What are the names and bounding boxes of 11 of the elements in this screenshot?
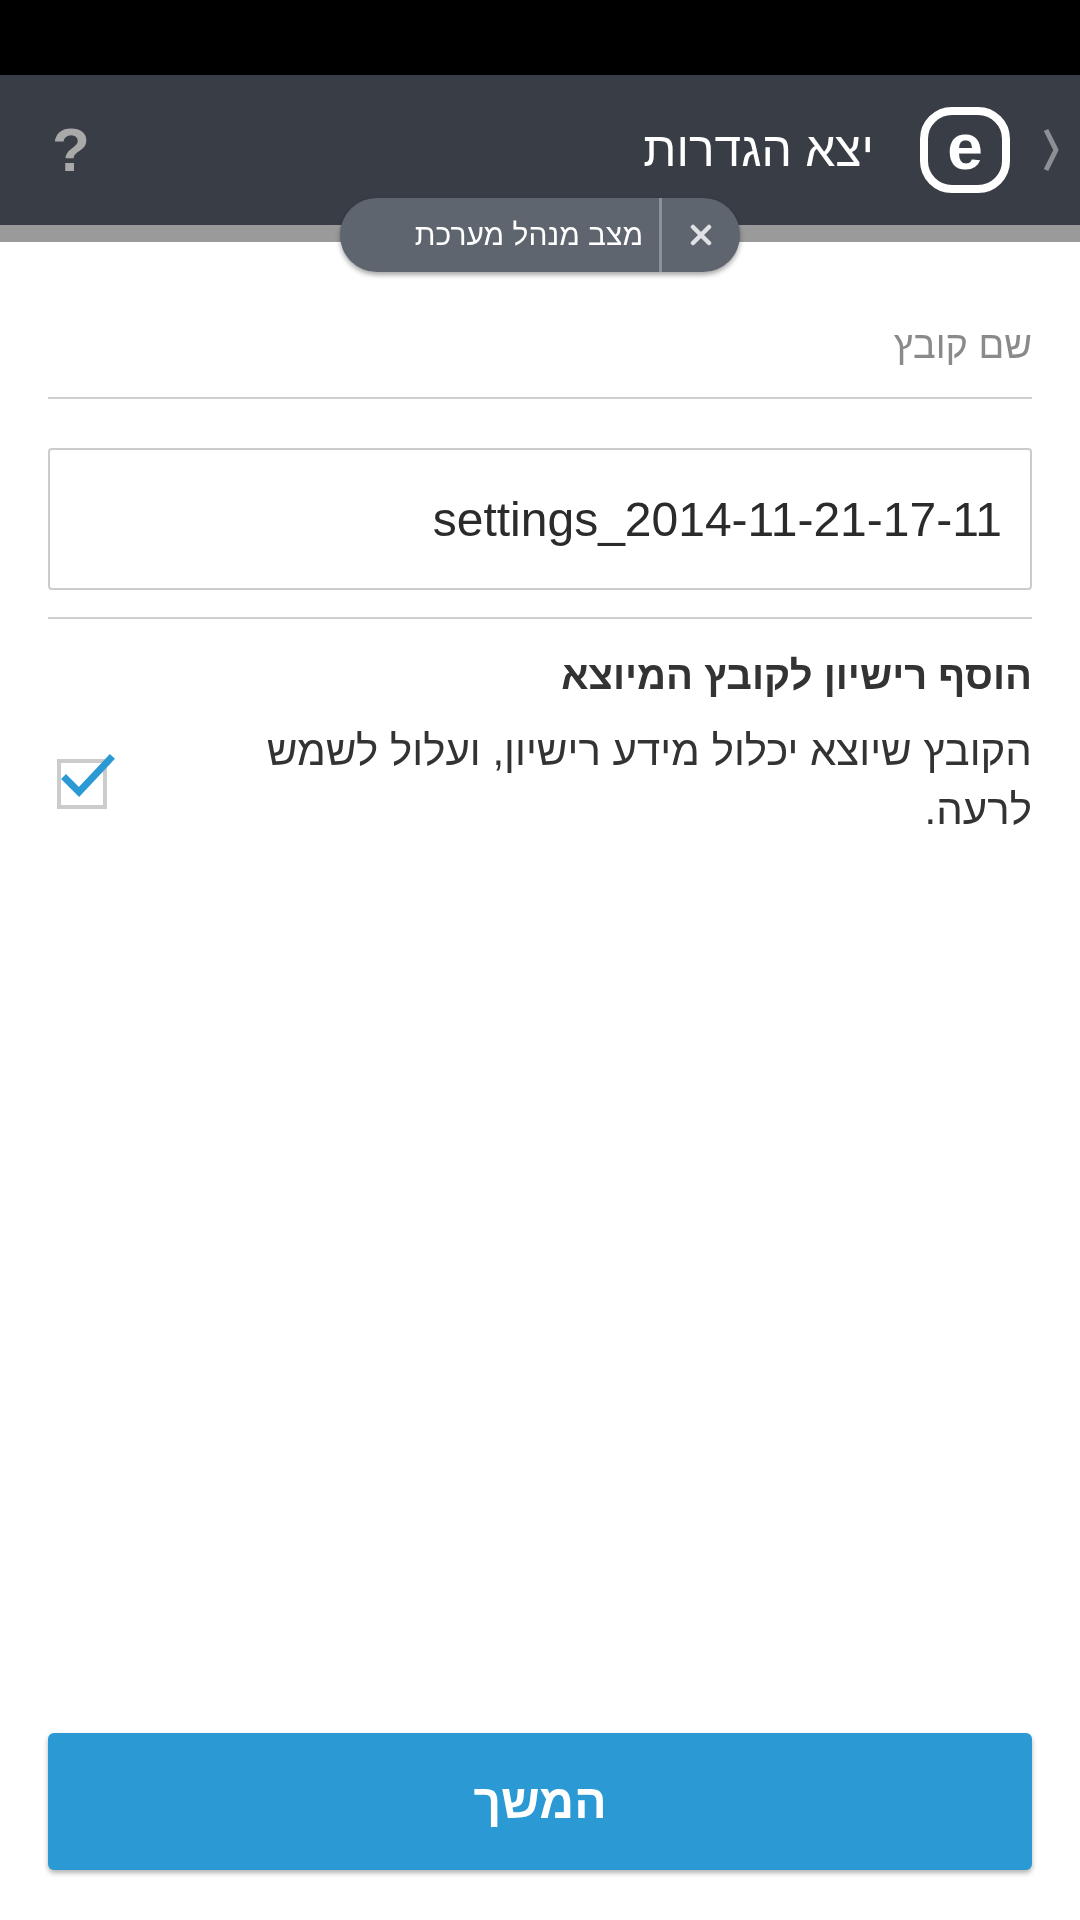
- chevron-icon: [1043, 128, 1059, 172]
- help-button[interactable]: ?: [52, 119, 90, 181]
- option-description: הקובץ שיוצא יכלול מידע רישיון, ועלול לשמש לרעה.: [265, 726, 1032, 835]
- app-logo: e: [920, 107, 1010, 193]
- mode-badge-label: מצב מנהל מערכת: [414, 220, 643, 250]
- continue-button[interactable]: המשך: [48, 1733, 1032, 1870]
- page-title: יצא הגדרות: [643, 126, 874, 174]
- file-name-input[interactable]: settings_2014-11-21-17-11: [48, 448, 1032, 590]
- close-icon: [690, 224, 712, 246]
- option-title: הוסף רישיון לקובץ המיוצא: [560, 652, 1032, 699]
- field-label: שם קובץ: [892, 323, 1032, 368]
